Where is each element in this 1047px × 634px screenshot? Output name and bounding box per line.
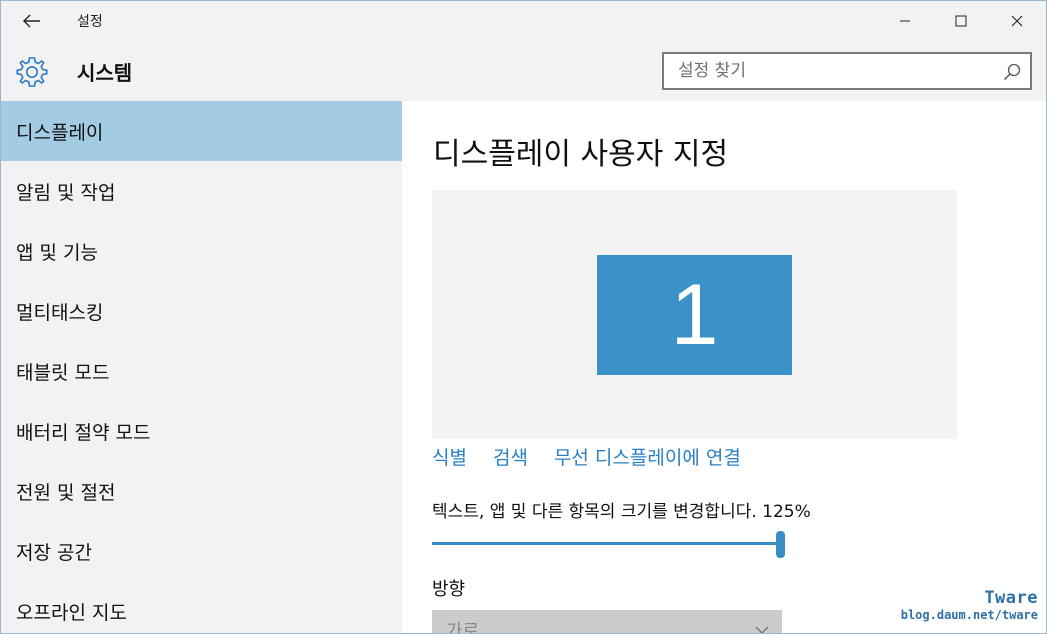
title-bar: 설정 bbox=[1, 1, 1046, 41]
page-title: 디스플레이 사용자 지정 bbox=[433, 137, 729, 172]
search-box[interactable] bbox=[662, 52, 1032, 90]
orientation-dropdown[interactable]: 가로 bbox=[432, 610, 782, 634]
slider-thumb[interactable] bbox=[776, 531, 785, 558]
sidebar-item-label: 디스플레이 bbox=[16, 121, 104, 144]
sidebar-item-tablet-mode[interactable]: 태블릿 모드 bbox=[1, 341, 402, 401]
sidebar-item-label: 태블릿 모드 bbox=[16, 361, 110, 384]
slider-track bbox=[432, 542, 780, 545]
identify-link[interactable]: 식별 bbox=[432, 443, 467, 473]
watermark: Tware blog.daum.net/tware bbox=[901, 588, 1038, 622]
search-input[interactable] bbox=[664, 54, 984, 88]
sidebar-item-offline-maps[interactable]: 오프라인 지도 bbox=[1, 581, 402, 633]
sidebar-item-multitasking[interactable]: 멀티태스킹 bbox=[1, 281, 402, 341]
sidebar-item-power-sleep[interactable]: 전원 및 절전 bbox=[1, 461, 402, 521]
watermark-url: blog.daum.net/tware bbox=[900, 608, 1038, 622]
sidebar-item-label: 알림 및 작업 bbox=[16, 181, 116, 204]
display-links: 식별 검색 무선 디스플레이에 연결 bbox=[432, 443, 741, 473]
search-icon[interactable] bbox=[1002, 62, 1022, 82]
sidebar-item-label: 배터리 절약 모드 bbox=[16, 421, 151, 444]
maximize-icon bbox=[955, 15, 967, 27]
scale-slider[interactable] bbox=[432, 529, 785, 559]
chevron-down-icon bbox=[755, 626, 769, 633]
window-title: 설정 bbox=[77, 14, 103, 30]
sidebar-item-notifications[interactable]: 알림 및 작업 bbox=[1, 161, 402, 221]
sidebar-item-label: 저장 공간 bbox=[16, 541, 92, 564]
gear-icon bbox=[16, 57, 48, 87]
sidebar-item-label: 앱 및 기능 bbox=[16, 241, 98, 264]
minimize-icon bbox=[900, 20, 910, 22]
monitor-tile[interactable]: 1 bbox=[597, 255, 792, 375]
display-preview: 1 bbox=[432, 190, 957, 439]
scale-label: 텍스트, 앱 및 다른 항목의 크기를 변경합니다. 125% bbox=[432, 502, 811, 522]
sidebar-item-label: 멀티태스킹 bbox=[16, 301, 104, 324]
sidebar-item-label: 전원 및 절전 bbox=[16, 481, 116, 504]
sidebar-item-label: 오프라인 지도 bbox=[16, 601, 127, 624]
sidebar-item-apps[interactable]: 앱 및 기능 bbox=[1, 221, 402, 281]
close-icon bbox=[1011, 15, 1023, 27]
monitor-number: 1 bbox=[670, 266, 719, 363]
header: 시스템 bbox=[1, 41, 1046, 101]
detect-link[interactable]: 검색 bbox=[493, 443, 528, 473]
watermark-name: Tware bbox=[984, 588, 1038, 608]
sidebar: 디스플레이 알림 및 작업 앱 및 기능 멀티태스킹 태블릿 모드 배터리 절약… bbox=[1, 101, 402, 633]
wireless-display-link[interactable]: 무선 디스플레이에 연결 bbox=[554, 443, 741, 473]
section-title: 시스템 bbox=[77, 61, 133, 85]
minimize-button[interactable] bbox=[882, 1, 928, 41]
sidebar-item-battery-saver[interactable]: 배터리 절약 모드 bbox=[1, 401, 402, 461]
sidebar-item-storage[interactable]: 저장 공간 bbox=[1, 521, 402, 581]
orientation-label: 방향 bbox=[432, 579, 466, 600]
maximize-button[interactable] bbox=[938, 1, 984, 41]
back-arrow-icon bbox=[23, 14, 40, 28]
orientation-value: 가로 bbox=[446, 621, 480, 634]
main-content: 디스플레이 사용자 지정 1 식별 검색 무선 디스플레이에 연결 텍스트, 앱… bbox=[402, 101, 1046, 634]
sidebar-item-display[interactable]: 디스플레이 bbox=[1, 101, 402, 161]
close-button[interactable] bbox=[994, 1, 1040, 41]
settings-window: 설정 시스템 설정 찾기 디스플레이 알림 및 작업 앱 및 기능 멀티태스킹 … bbox=[0, 0, 1047, 634]
back-button[interactable] bbox=[15, 5, 49, 37]
